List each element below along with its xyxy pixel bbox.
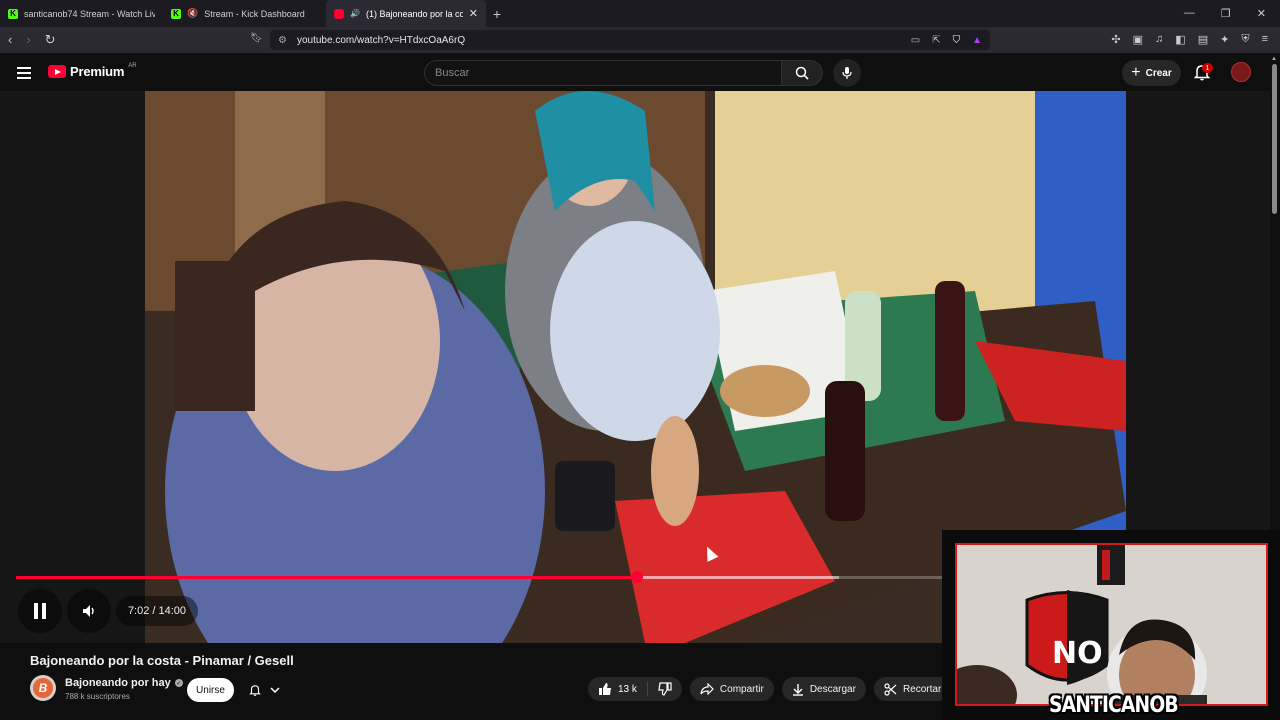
tab-title: santicanob74 Stream - Watch Live on [24,8,155,19]
streamer-name: SANTICANOB [1049,693,1179,718]
progress-buffered [637,576,840,579]
channel-name: Bajoneando por hay [65,677,171,689]
microphone-icon [842,67,852,79]
maximize-icon[interactable]: ❐ [1221,7,1231,20]
sidebar-icon[interactable]: ◧ [1175,33,1185,46]
browser-tab-kick-stream[interactable]: K santicanob74 Stream - Watch Live on [0,0,163,27]
like-button[interactable]: 13 k [588,677,647,701]
forward-icon[interactable]: › [26,32,30,48]
plus-icon: + [1131,64,1141,81]
search-input[interactable]: Buscar [424,60,782,86]
video-title: Bajoneando por la costa - Pinamar / Gese… [30,653,294,668]
time-text: 7:02 / 14:00 [127,605,187,617]
bell-icon [249,685,261,696]
share-button[interactable]: Compartir [689,677,774,701]
url-field[interactable]: ⚙︎ youtube.com/watch?v=HTdxcOaA6rQ ▭ ⇱ ⛉… [270,30,990,50]
guide-menu-icon[interactable] [17,67,31,82]
tab-title: Stream - Kick Dashboard [204,8,305,19]
bookmark-icon[interactable]: 🔖︎ [250,33,263,44]
pause-button[interactable] [18,589,62,633]
dislike-button[interactable] [648,677,682,701]
download-icon [792,683,803,696]
menu-icon[interactable]: ≡ [1262,33,1268,46]
download-label: Descargar [809,683,856,695]
browser-tab-youtube[interactable]: 🔊 (1) Bajoneando por la costa - ✕ [326,0,486,27]
wallet-icon[interactable]: ▤ [1198,33,1208,46]
youtube-favicon-icon [334,8,344,19]
create-label: Crear [1145,67,1172,79]
music-icon[interactable]: ♫ [1155,33,1163,46]
speaker-icon[interactable]: 🔊 [350,9,360,18]
ai-sparkle-icon[interactable]: ✦ [1220,33,1229,46]
join-label: Unirse [196,684,225,696]
subscriber-count: 788 k suscriptores [65,692,130,701]
youtube-premium-logo[interactable]: Premium AR [48,62,137,79]
thumbs-up-icon [599,683,611,695]
search-button[interactable] [781,60,823,86]
screenshot-icon[interactable]: ▣ [1133,33,1143,46]
extension-toolbar: ✣ ▣ ♫ ◧ ▤ ✦ ⛨ ≡ [1111,33,1268,46]
browser-tab-kick-dashboard[interactable]: K 🔇 Stream - Kick Dashboard [163,0,326,27]
volume-icon [83,605,94,617]
progress-played [16,576,638,579]
minimize-icon[interactable]: — [1184,7,1195,20]
channel-name-link[interactable]: Bajoneando por hay ✓ [65,677,183,689]
scissors-icon [884,682,897,696]
country-code: AR [128,62,137,69]
create-button[interactable]: + Crear [1122,60,1181,86]
cast-icon[interactable]: ▭ [911,35,920,46]
vpn-shield-icon[interactable]: ⛨ [1241,33,1249,46]
like-count: 13 k [618,683,637,695]
shield-icon[interactable]: ⛉ [953,35,961,46]
chevron-down-icon [270,687,280,694]
back-icon[interactable]: ‹ [8,32,12,48]
muted-speaker-icon[interactable]: 🔇 [187,8,198,19]
close-window-icon[interactable]: ✕ [1257,7,1266,20]
time-display: 7:02 / 14:00 [116,596,198,626]
kick-icon: K [171,8,181,19]
clip-label: Recortar [902,683,942,695]
nav-buttons: ‹ › ↻ [8,32,248,48]
pause-icon [34,603,46,619]
share-arrow-icon [700,683,714,695]
url-text: youtube.com/watch?v=HTdxcOaA6rQ [296,34,466,46]
reload-icon[interactable]: ↻ [45,32,56,48]
close-tab-icon[interactable]: ✕ [469,7,478,20]
video-actions: 13 k Compartir Descargar Recortar ⋯ [588,677,989,701]
kick-icon: K [8,8,18,19]
browser-tab-bar: K santicanob74 Stream - Watch Live on K … [0,0,1280,27]
download-button[interactable]: Descargar [781,677,866,701]
search-icon [795,66,809,80]
verified-check-icon: ✓ [174,679,183,687]
url-actions: ▭ ⇱ ⛉ ▲ [911,35,982,46]
site-info-icon[interactable]: ⚙︎ [278,35,287,46]
subscription-bell-button[interactable] [240,678,288,702]
clip-button[interactable]: Recortar [873,677,952,701]
voice-search-button[interactable] [833,59,861,87]
channel-avatar-initial: B [33,678,53,698]
rewards-triangle-icon[interactable]: ▲ [972,35,982,46]
notification-count-badge: 1 [1202,63,1213,73]
banner-text: NO [1052,636,1103,671]
window-controls: — ❐ ✕ [1184,7,1280,20]
scrollbar-thumb[interactable] [1272,64,1277,214]
youtube-play-logo-icon [48,65,66,78]
share-label: Compartir [719,683,764,695]
thumbs-down-icon [658,682,672,696]
share-page-icon[interactable]: ⇱ [932,35,940,46]
join-button[interactable]: Unirse [187,678,234,702]
webcam-scene-image: NO [957,545,1266,704]
extensions-puzzle-icon[interactable]: ✣ [1111,33,1120,46]
tab-title: (1) Bajoneando por la costa - [365,8,463,19]
browser-address-bar: ‹ › ↻ 🔖︎ ⚙︎ youtube.com/watch?v=HTdxcOaA… [0,27,1280,53]
new-tab-button[interactable]: + [486,6,508,22]
account-avatar[interactable] [1231,62,1251,82]
channel-avatar[interactable]: B [30,675,56,701]
logo-word: Premium [70,64,125,79]
scroll-up-arrow-icon[interactable]: ▲ [1271,56,1277,62]
volume-button[interactable] [67,589,111,633]
webcam-frame: NO [955,543,1268,706]
like-dislike-group: 13 k [588,677,682,701]
search-placeholder: Buscar [435,67,470,79]
